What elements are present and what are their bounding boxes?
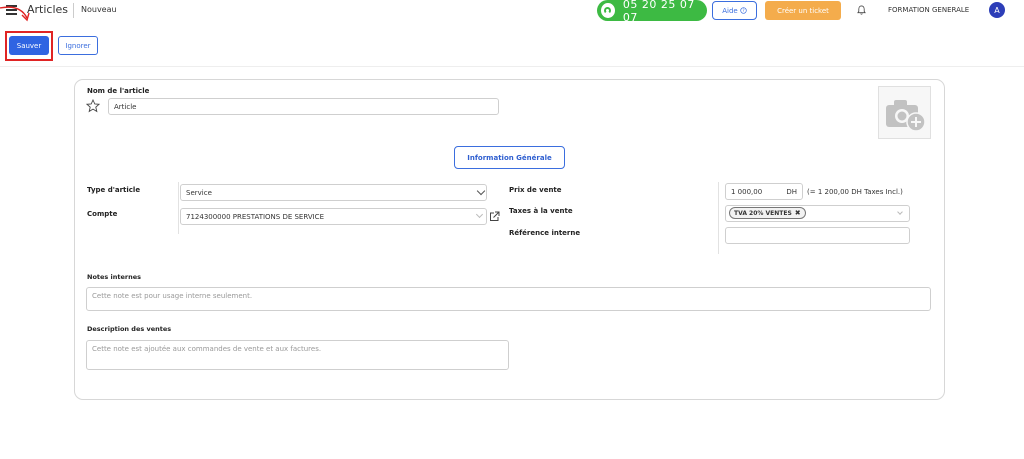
account-select-value: 7124300000 PRESTATIONS DE SERVICE — [186, 212, 324, 221]
price-currency: DH — [786, 187, 797, 196]
price-tax-hint: (= 1 200,00 DH Taxes Incl.) — [807, 188, 903, 196]
support-phone-button[interactable]: 05 20 25 07 07 — [597, 0, 707, 24]
external-link-icon[interactable] — [489, 211, 500, 222]
price-input[interactable]: 1 000,00 DH — [725, 183, 803, 200]
account-label: Compte — [87, 210, 118, 218]
bell-icon[interactable] — [857, 5, 866, 15]
column-divider — [718, 182, 719, 254]
breadcrumb: Nouveau — [81, 5, 117, 14]
column-divider — [178, 182, 179, 234]
tax-tag-label: TVA 20% VENTES — [734, 209, 792, 217]
account-select[interactable]: 7124300000 PRESTATIONS DE SERVICE — [180, 208, 487, 225]
tax-tag[interactable]: TVA 20% VENTES ✖ — [729, 207, 806, 219]
type-select[interactable]: Service — [180, 184, 487, 201]
support-phone-number: 05 20 25 07 07 — [622, 0, 695, 24]
notes-label: Notes internes — [87, 273, 142, 281]
help-button-label: Aide — [722, 6, 738, 15]
top-bar: Articles Nouveau 05 20 25 07 07 Aide ? C… — [0, 0, 1024, 24]
star-icon[interactable] — [86, 99, 100, 113]
type-label: Type d'article — [87, 186, 141, 194]
annotation-arrow-icon — [0, 6, 30, 22]
name-label: Nom de l'article — [87, 87, 150, 95]
reference-input[interactable] — [725, 227, 910, 244]
sales-description-field[interactable]: Cette note est ajoutée aux commandes de … — [86, 340, 509, 370]
price-value: 1 000,00 — [731, 187, 763, 196]
help-button[interactable]: Aide ? — [712, 1, 757, 20]
svg-text:?: ? — [742, 8, 744, 13]
user-avatar[interactable]: A — [989, 2, 1005, 18]
reference-label: Référence interne — [509, 229, 581, 237]
create-ticket-button[interactable]: Créer un ticket — [765, 1, 841, 20]
save-button[interactable]: Sauver — [9, 36, 49, 55]
price-label: Prix de vente — [509, 186, 562, 194]
article-photo[interactable] — [878, 86, 931, 139]
type-select-value: Service — [186, 188, 212, 197]
taxes-label: Taxes à la vente — [509, 207, 573, 215]
ignore-button[interactable]: Ignorer — [58, 36, 98, 55]
remove-tag-icon[interactable]: ✖ — [795, 209, 801, 217]
header-divider — [0, 66, 1024, 67]
headset-icon — [601, 3, 615, 18]
camera-add-icon — [886, 100, 926, 132]
sales-description-label: Description des ventes — [87, 325, 172, 333]
title-separator — [73, 3, 74, 18]
company-selector[interactable]: FORMATION GENERALE — [888, 6, 969, 14]
tab-information-generale[interactable]: Information Générale — [454, 146, 565, 169]
question-circle-icon: ? — [740, 7, 747, 14]
internal-notes-field[interactable]: Cette note est pour usage interne seulem… — [86, 287, 931, 311]
article-name-input[interactable]: Article — [108, 98, 499, 115]
